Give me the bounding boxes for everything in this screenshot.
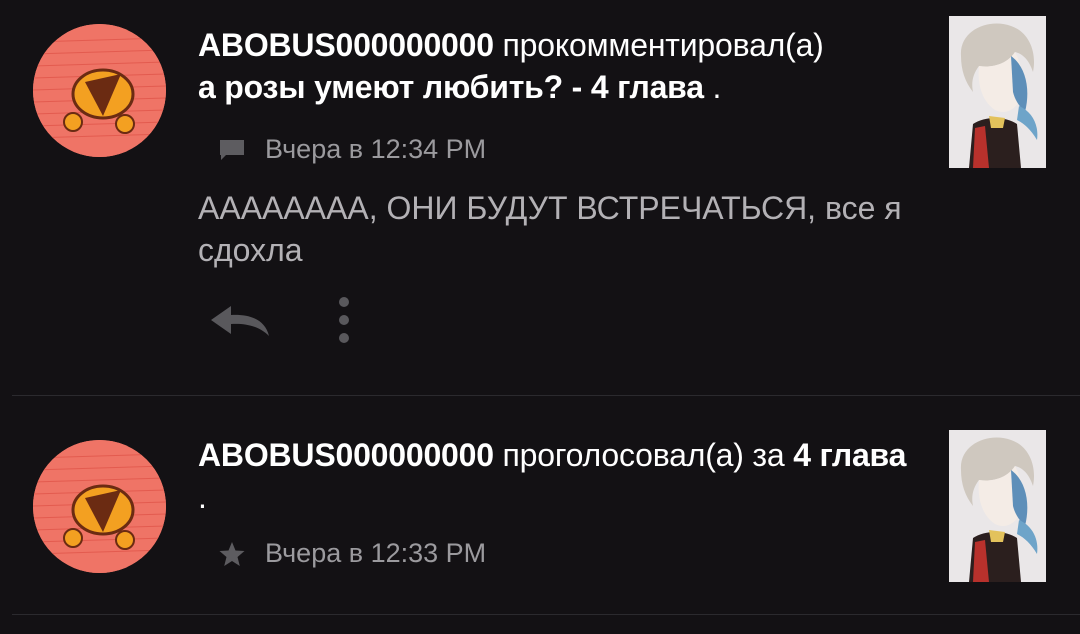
action-text: прокомментировал(а) bbox=[493, 27, 824, 63]
story-cover-image bbox=[949, 16, 1046, 168]
username-link[interactable]: ABOBUS000000000 bbox=[198, 27, 494, 63]
notification-headline: ABOBUS000000000 проголосовал(а) за 4 гла… bbox=[198, 434, 918, 518]
work-title-link[interactable]: 4 глава bbox=[793, 437, 906, 473]
headline-suffix: . bbox=[198, 479, 207, 515]
notification-meta: Вчера в 12:34 PM bbox=[198, 134, 918, 165]
notification-vote[interactable]: ABOBUS000000000 проголосовал(а) за 4 гла… bbox=[0, 396, 1080, 616]
story-cover-thumbnail[interactable] bbox=[949, 430, 1046, 582]
notification-content: ABOBUS000000000 прокомментировал(а) а ро… bbox=[198, 24, 918, 271]
comment-text: АААААААА, ОНИ БУДУТ ВСТРЕЧАТЬСЯ, все я с… bbox=[198, 190, 902, 268]
reply-icon bbox=[209, 302, 271, 343]
comment-icon bbox=[218, 136, 246, 164]
notification-headline: ABOBUS000000000 прокомментировал(а) а ро… bbox=[198, 24, 918, 108]
avatar-image bbox=[33, 24, 166, 157]
avatar-image bbox=[33, 440, 166, 573]
notification-feed: ABOBUS000000000 прокомментировал(а) а ро… bbox=[0, 0, 1080, 634]
timestamp: Вчера в 12:34 PM bbox=[265, 134, 487, 164]
more-vertical-icon bbox=[337, 296, 351, 349]
headline-suffix: . bbox=[703, 69, 722, 105]
divider bbox=[12, 614, 1080, 615]
username-link[interactable]: ABOBUS000000000 bbox=[198, 437, 494, 473]
avatar[interactable] bbox=[33, 24, 166, 157]
more-options-button[interactable] bbox=[330, 296, 358, 348]
notification-meta: Вчера в 12:33 PM bbox=[198, 538, 918, 569]
star-icon bbox=[218, 540, 246, 568]
notification-content: ABOBUS000000000 проголосовал(а) за 4 гла… bbox=[198, 434, 918, 569]
action-text: проголосовал(а) за bbox=[493, 437, 794, 473]
reply-button[interactable] bbox=[208, 298, 272, 346]
avatar[interactable] bbox=[33, 440, 166, 573]
story-cover-thumbnail[interactable] bbox=[949, 16, 1046, 168]
comment-actions bbox=[208, 296, 358, 348]
work-title-link[interactable]: а розы умеют любить? - 4 глава bbox=[198, 69, 704, 105]
timestamp: Вчера в 12:33 PM bbox=[265, 538, 487, 568]
notification-comment[interactable]: ABOBUS000000000 прокомментировал(а) а ро… bbox=[0, 0, 1080, 396]
story-cover-image bbox=[949, 430, 1046, 582]
